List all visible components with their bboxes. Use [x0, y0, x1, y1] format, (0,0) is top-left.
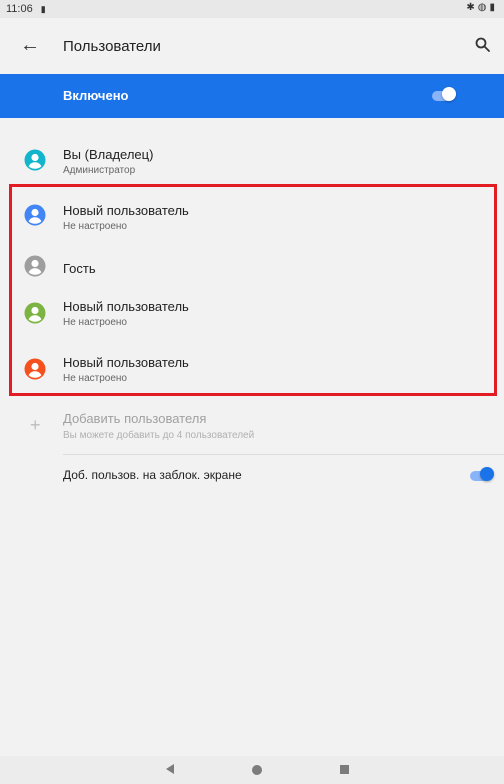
- account-circle-icon: [24, 149, 46, 171]
- sd-card-icon: ▮: [40, 3, 46, 14]
- nav-home-icon[interactable]: [252, 765, 262, 775]
- divider: [63, 454, 504, 455]
- highlight-box: [9, 184, 497, 396]
- search-icon[interactable]: [474, 36, 492, 54]
- vibrate-icon: ◍: [477, 2, 490, 13]
- app-bar: ← Пользователи: [0, 18, 504, 74]
- master-toggle[interactable]: [430, 87, 456, 103]
- user-role: Администратор: [63, 165, 136, 176]
- add-user-hint: Вы можете добавить до 4 пользователей: [63, 430, 255, 441]
- nav-recents-icon[interactable]: [340, 765, 349, 774]
- lockscreen-toggle[interactable]: [468, 467, 494, 483]
- bluetooth-icon: ✱: [466, 2, 478, 13]
- toggle-thumb: [442, 87, 456, 101]
- user-name: Вы (Владелец): [63, 147, 154, 162]
- battery-icon: ▮: [489, 2, 498, 13]
- master-switch-label: Включено: [63, 88, 129, 103]
- status-icons: ✱◍▮: [466, 2, 498, 13]
- status-time: 11:06: [6, 3, 33, 15]
- status-bar: 11:06 ▮ ✱◍▮: [0, 0, 504, 18]
- toggle-thumb: [480, 467, 494, 481]
- plus-icon: +: [30, 415, 41, 435]
- master-switch-bar[interactable]: Включено: [0, 74, 504, 118]
- navigation-bar: [0, 756, 504, 784]
- add-user-label: Добавить пользователя: [63, 411, 207, 426]
- lockscreen-label: Доб. пользов. на заблок. экране: [63, 468, 242, 482]
- page-title: Пользователи: [63, 38, 161, 55]
- add-user-row[interactable]: + Добавить пользователя Вы можете добави…: [0, 402, 504, 448]
- nav-back-icon[interactable]: [166, 764, 174, 774]
- arrow-back-icon[interactable]: ←: [20, 34, 40, 57]
- owner-row[interactable]: Вы (Владелец) Администратор: [0, 138, 504, 182]
